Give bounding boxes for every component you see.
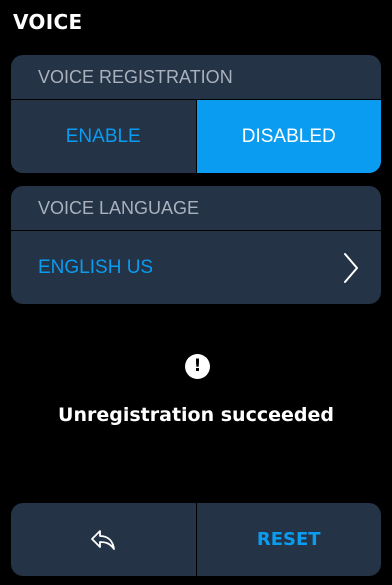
- status-message: Unregistration succeeded: [58, 404, 334, 426]
- alert-circle-icon: !: [185, 354, 210, 379]
- chevron-right-icon: [344, 252, 358, 283]
- voice-language-label: VOICE LANGUAGE: [38, 197, 200, 218]
- registration-toggle: ENABLE DISABLED: [11, 100, 381, 173]
- voice-registration-label: VOICE REGISTRATION: [38, 66, 233, 87]
- voice-registration-card: VOICE REGISTRATION ENABLE DISABLED: [11, 55, 381, 173]
- reset-button[interactable]: RESET: [197, 503, 382, 576]
- disabled-button[interactable]: DISABLED: [195, 100, 381, 173]
- back-button[interactable]: [11, 503, 196, 576]
- back-arrow-icon: [91, 529, 116, 550]
- page-title: VOICE: [13, 10, 83, 34]
- bottom-bar: RESET: [11, 503, 381, 576]
- voice-language-card: VOICE LANGUAGE ENGLISH US: [11, 186, 381, 304]
- reset-label: RESET: [256, 529, 321, 550]
- language-selector[interactable]: ENGLISH US: [11, 231, 381, 304]
- language-value: ENGLISH US: [38, 256, 154, 278]
- enable-button[interactable]: ENABLE: [11, 100, 196, 173]
